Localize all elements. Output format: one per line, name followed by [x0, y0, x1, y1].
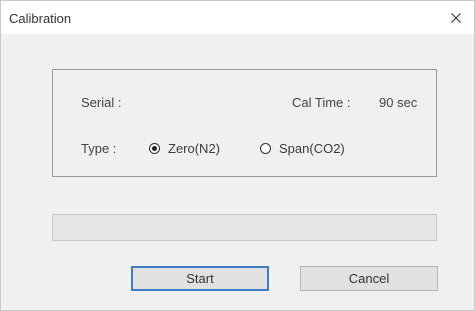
radio-selected-dot [152, 146, 157, 151]
cal-time-label: Cal Time : [292, 95, 351, 110]
radio-zero-circle [149, 143, 160, 154]
close-button[interactable] [438, 1, 474, 34]
calibration-group-box: Serial : Cal Time : 90 sec Type : Zero(N… [52, 69, 437, 177]
radio-span-co2[interactable]: Span(CO2) [260, 141, 345, 156]
type-label: Type : [81, 141, 117, 156]
start-button-label: Start [186, 271, 214, 286]
cal-time-value: 90 sec [379, 95, 418, 110]
radio-zero-label: Zero(N2) [168, 141, 221, 156]
radio-zero-n2[interactable]: Zero(N2) [149, 141, 220, 156]
title-bar: Calibration [1, 1, 474, 34]
radio-span-label: Span(CO2) [279, 141, 345, 156]
start-button[interactable]: Start [131, 266, 269, 291]
close-icon [451, 12, 461, 23]
serial-label: Serial : [81, 95, 122, 110]
calibration-progress-bar [52, 214, 437, 241]
radio-span-circle [260, 143, 271, 154]
cancel-button[interactable]: Cancel [300, 266, 438, 291]
window-title: Calibration [9, 11, 72, 26]
cancel-button-label: Cancel [348, 271, 390, 286]
calibration-dialog: Calibration Serial : Cal Time : 90 sec T… [0, 0, 475, 311]
